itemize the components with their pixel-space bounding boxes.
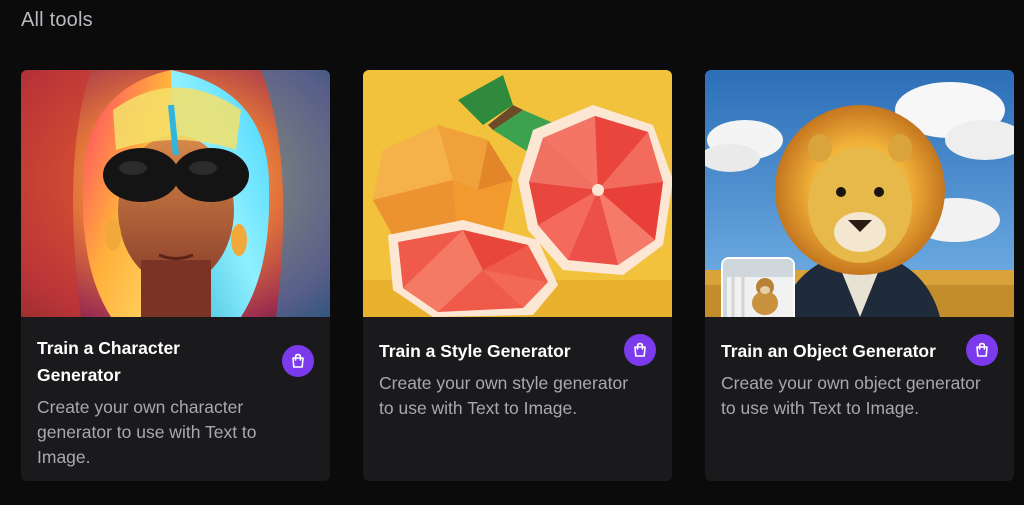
shopping-bag-icon	[634, 342, 646, 357]
card-image-character	[21, 70, 330, 317]
section-title: All tools	[21, 9, 93, 31]
card-image-object	[705, 70, 1014, 317]
card-image-style	[363, 70, 672, 317]
tool-card-object[interactable]: Train an Object Generator Create your ow…	[705, 70, 1014, 481]
card-body: Train a Character Generator Create your …	[21, 317, 330, 481]
tool-card-list: Train a Character Generator Create your …	[21, 70, 1016, 481]
reference-thumbnail	[721, 257, 795, 317]
tool-card-character[interactable]: Train a Character Generator Create your …	[21, 70, 330, 481]
shopping-bag-icon	[976, 342, 988, 357]
card-title: Train a Character Generator	[37, 338, 180, 385]
card-description: Create your own style generator to use w…	[379, 373, 629, 418]
shopping-bag-badge[interactable]	[624, 334, 656, 366]
card-description: Create your own object generator to use …	[721, 373, 981, 418]
tool-card-style[interactable]: Train a Style Generator Create your own …	[363, 70, 672, 481]
shopping-bag-badge[interactable]	[282, 345, 314, 377]
card-body: Train a Style Generator Create your own …	[363, 317, 672, 437]
card-description: Create your own character generator to u…	[37, 397, 257, 467]
card-body: Train an Object Generator Create your ow…	[705, 317, 1014, 437]
shopping-bag-icon	[292, 353, 304, 368]
card-title: Train an Object Generator	[721, 341, 936, 361]
shopping-bag-badge[interactable]	[966, 334, 998, 366]
card-title: Train a Style Generator	[379, 341, 571, 361]
